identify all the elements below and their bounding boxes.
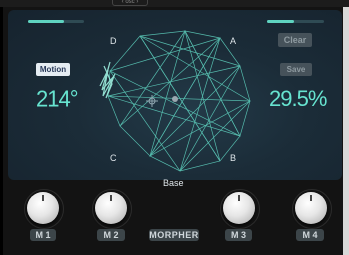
base-label: Base — [163, 178, 184, 188]
save-button[interactable]: Save — [280, 63, 312, 76]
m1-knob[interactable] — [27, 192, 59, 224]
amount-readout[interactable]: 29.5% — [269, 86, 327, 112]
m3-label[interactable]: M 3 — [225, 229, 252, 241]
m1-label[interactable]: M 1 — [30, 229, 56, 241]
angle-readout[interactable]: 214° — [36, 85, 80, 112]
right-level-meter[interactable] — [267, 20, 324, 23]
m2-label[interactable]: M 2 — [97, 229, 125, 241]
morpher-label[interactable]: MORPHER — [149, 229, 199, 241]
preset-selector[interactable]: ‹ osc › — [112, 0, 148, 6]
right-level-fill — [267, 20, 294, 23]
morph-xy-pad[interactable] — [90, 26, 260, 176]
motion-button[interactable]: Motion — [36, 63, 70, 76]
knob-indicator — [110, 195, 112, 201]
knob-indicator — [310, 195, 312, 201]
top-bar: ‹ osc › — [0, 0, 349, 7]
m3-knob[interactable] — [223, 192, 255, 224]
motion-trace — [107, 30, 251, 172]
m2-knob[interactable] — [95, 192, 127, 224]
m4-label[interactable]: M 4 — [296, 229, 324, 241]
clear-button[interactable]: Clear — [278, 33, 312, 47]
window-edge — [343, 7, 349, 255]
knob-indicator — [42, 195, 44, 201]
crosshair-icon — [146, 95, 158, 107]
knob-indicator — [238, 195, 240, 201]
left-level-fill — [28, 20, 64, 23]
left-level-meter[interactable] — [28, 20, 84, 23]
position-dot — [172, 96, 178, 102]
m4-knob[interactable] — [295, 192, 327, 224]
